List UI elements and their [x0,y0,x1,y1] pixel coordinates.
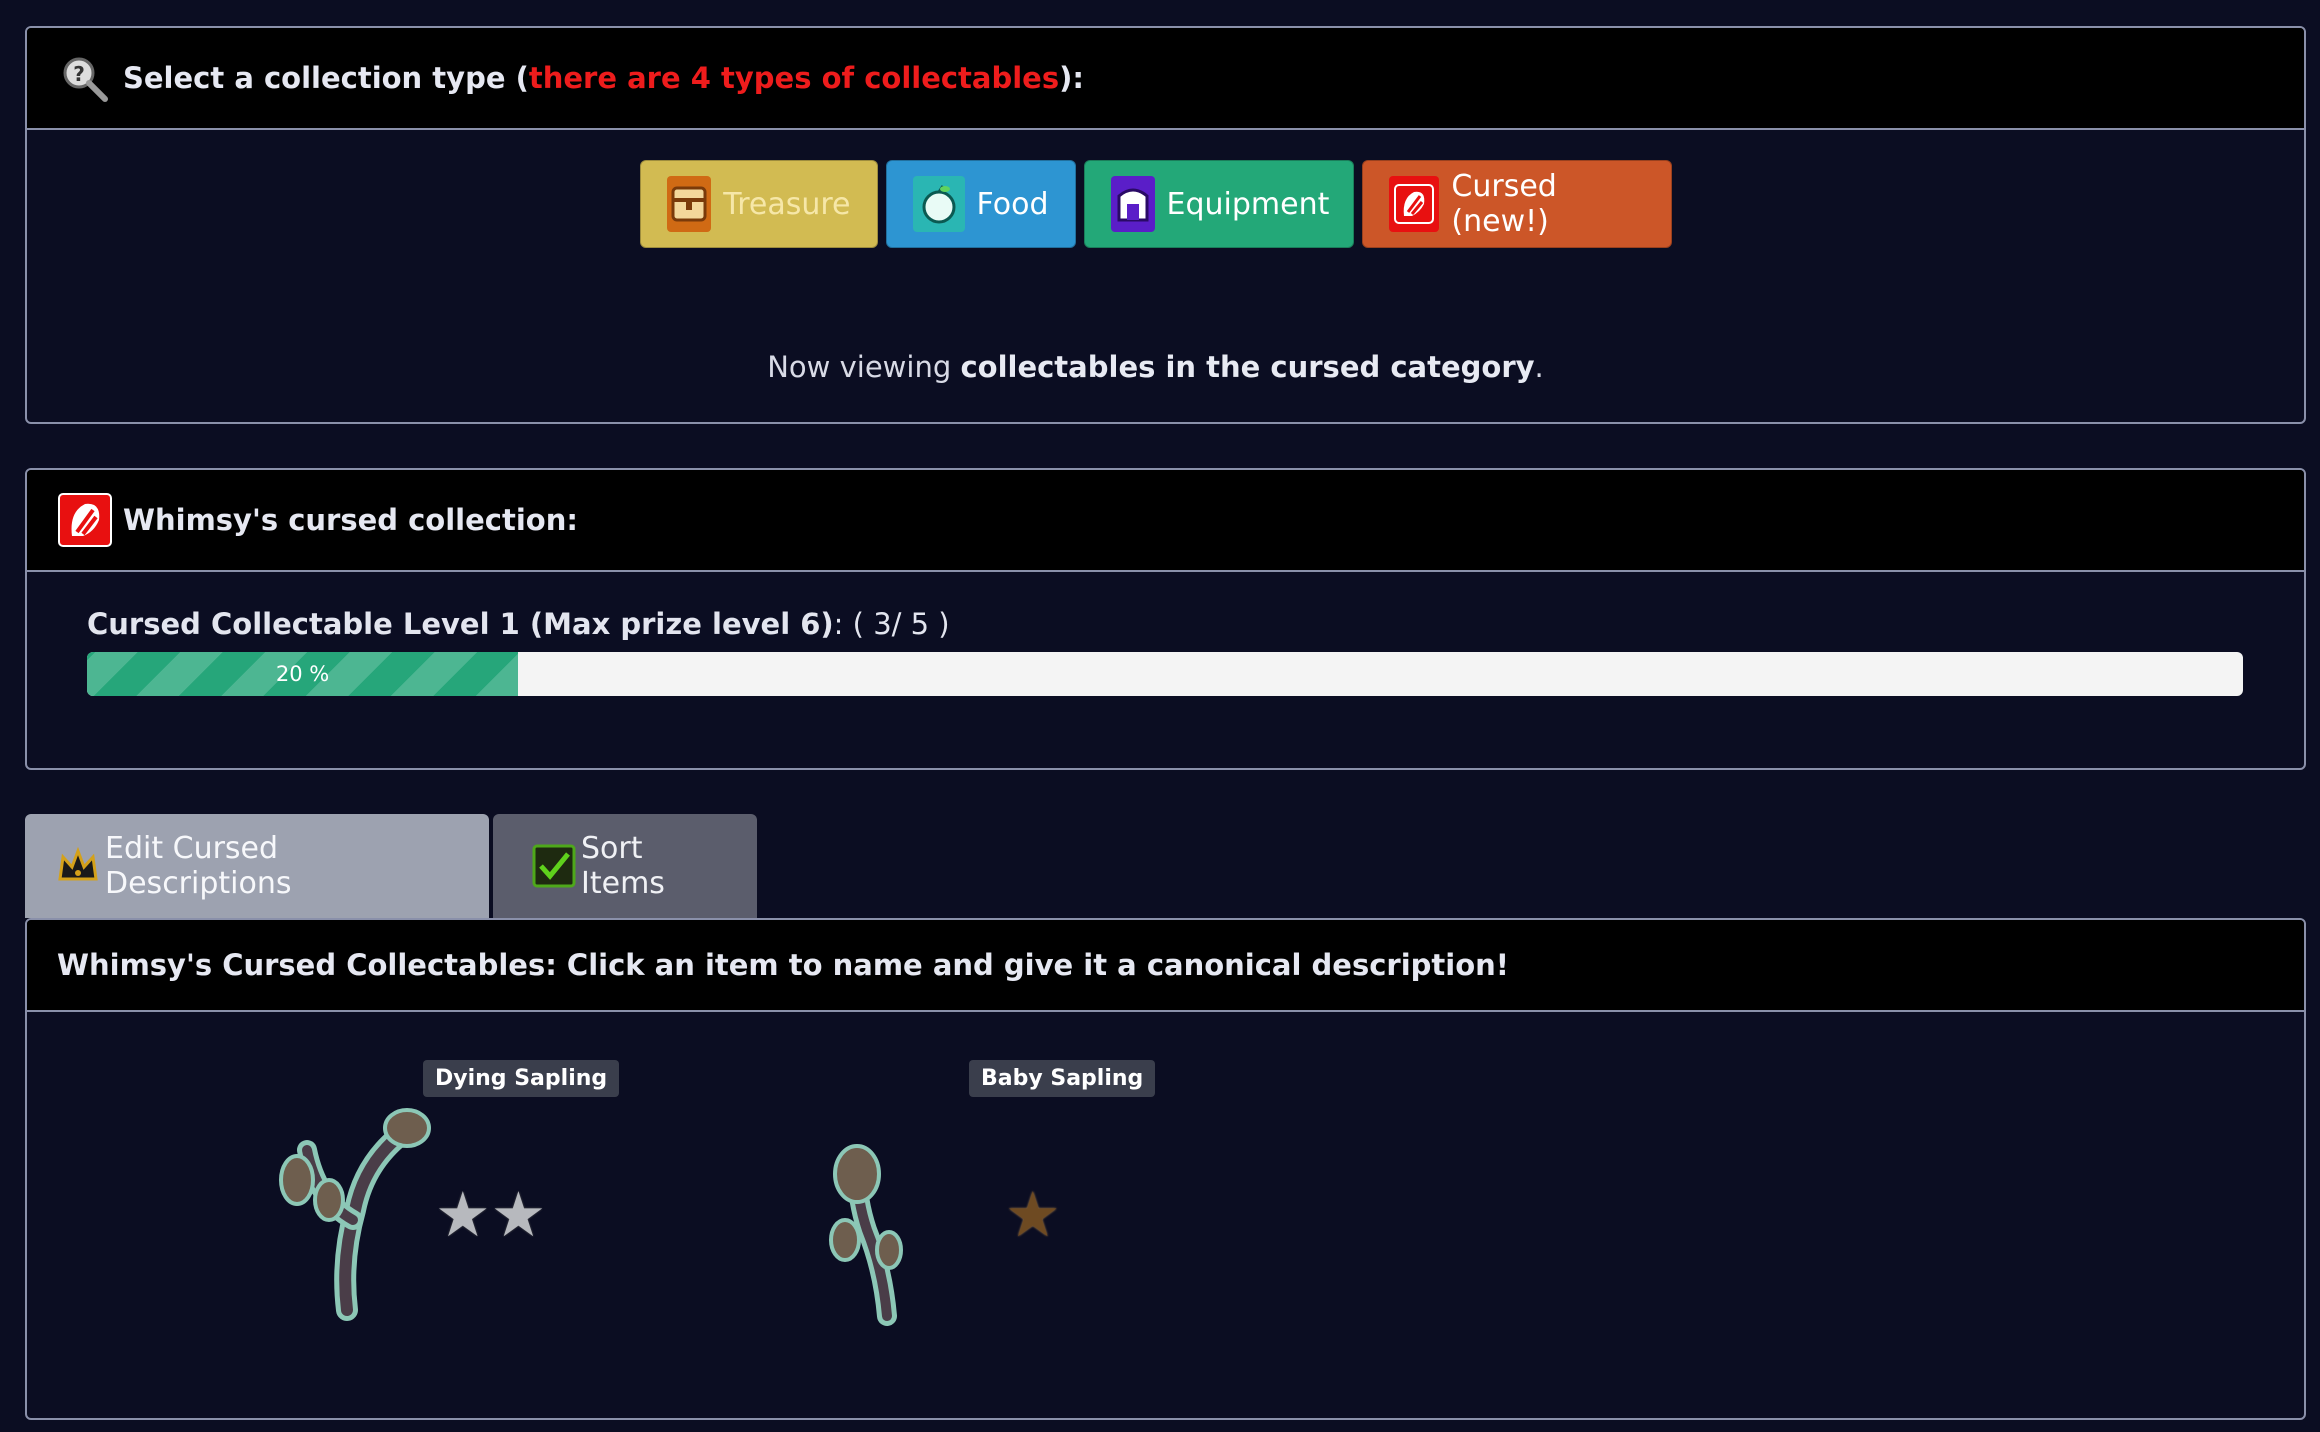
bronze-star-icon: ★ [1005,1178,1061,1251]
collection-type-title: Select a collection type (there are 4 ty… [123,61,1084,95]
progress-text: 20 % [275,662,330,686]
cursed-button[interactable]: Cursed (new!) [1361,160,1672,248]
collection-progress-panel: Whimsy's cursed collection: Cursed Colle… [25,468,2306,770]
armor-icon [1110,176,1155,232]
tab-sort-items[interactable]: Sort Items [493,814,757,918]
equipment-label: Equipment [1166,186,1330,222]
cursed-label: Cursed (new!) [1451,169,1557,239]
progress-fill: 20 % [87,652,519,696]
items-header: Whimsy's Cursed Collectables: Click an i… [27,920,2304,1012]
collectable-item[interactable]: Dying Sapling ★ ★ [257,1060,620,1321]
treasure-chest-icon [666,176,712,232]
cursed-icon [1388,176,1440,232]
crown-icon [55,843,101,889]
collectable-item[interactable]: Baby Sapling ★ [817,1060,1157,1326]
magnifier-question-icon: ? [59,53,109,103]
food-label: Food [976,186,1049,222]
dying-sapling-image [279,1108,431,1321]
tab-edit-label: Edit Cursed Descriptions [105,831,292,901]
tabs: Edit Cursed Descriptions Sort Items [25,814,757,918]
tab-sort-label: Sort Items [581,831,665,901]
silver-star-icon: ★ [435,1178,491,1251]
checkbox-icon [531,843,577,889]
treasure-label: Treasure [723,186,851,222]
item-rarity-stars: ★ [1005,1184,1061,1246]
silver-star-icon: ★ [490,1178,547,1251]
svg-text:?: ? [73,62,85,86]
item-rarity-stars: ★ ★ [435,1184,546,1246]
cursed-icon [57,492,113,548]
collection-title: Whimsy's cursed collection: [123,503,578,537]
collection-header: Whimsy's cursed collection: [27,470,2304,572]
items-panel: Whimsy's Cursed Collectables: Click an i… [25,918,2306,1420]
food-button[interactable]: Food [885,160,1076,248]
item-name-badge: Baby Sapling [969,1060,1156,1097]
collection-type-panel: ? Select a collection type (there are 4 … [25,26,2306,424]
collection-type-header: ? Select a collection type (there are 4 … [27,28,2304,130]
treasure-button[interactable]: Treasure [639,160,878,248]
apple-icon [912,176,965,232]
items-title: Whimsy's Cursed Collectables: Click an i… [57,948,1510,982]
baby-sapling-image [829,1144,903,1326]
level-progress-bar: 20 % [87,652,2243,696]
now-viewing-text: Now viewing collectables in the cursed c… [767,350,1544,384]
tab-edit-descriptions[interactable]: Edit Cursed Descriptions [25,814,489,918]
type-buttons: Treasure Food Equipment Cursed (new!) [27,160,2304,248]
level-label: Cursed Collectable Level 1 (Max prize le… [87,607,950,641]
equipment-button[interactable]: Equipment [1083,160,1354,248]
